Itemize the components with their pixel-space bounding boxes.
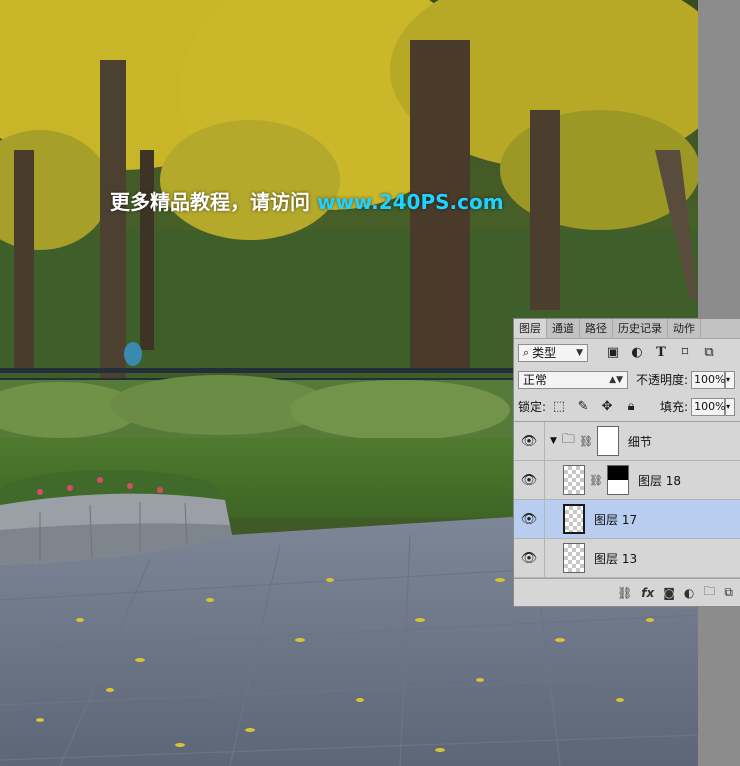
layer-row-18[interactable]: 👁︎ ⛓︎ 图层 18 [514, 461, 740, 500]
layer-name: 细节 [627, 434, 652, 449]
lock-all-icon[interactable]: 🔒︎ [622, 398, 640, 416]
opacity-label: 不透明度: [636, 373, 689, 387]
type-filter-icon[interactable]: T [652, 344, 670, 362]
layers-panel: 图层 通道 路径 历史记录 动作 ⌕ 类型 ▼ ▣ ◐ T ⌑ ⧉ 正常 ▲▼ … [513, 318, 740, 607]
adjustment-layer-icon[interactable]: ◐ [684, 586, 694, 600]
shape-filter-icon[interactable]: ⌑ [676, 344, 694, 362]
panel-footer: ⛓︎ fx ◙ ◐ 🗀︎ ⧉ [514, 578, 740, 606]
eye-icon[interactable]: 👁︎ [514, 551, 544, 566]
layer-name: 图层 17 [594, 512, 638, 527]
tab-history[interactable]: 历史记录 [613, 319, 668, 338]
layer-filter-select[interactable]: ⌕ 类型 ▼ [518, 343, 588, 362]
visibility-divider [544, 500, 545, 538]
disclosure-triangle-icon[interactable]: ▼ [550, 436, 557, 446]
layer-thumbnail[interactable] [563, 465, 585, 495]
layer-row-13[interactable]: 👁︎ 图层 13 [514, 539, 740, 578]
chevron-down-icon: ▼ [576, 347, 583, 358]
eye-icon[interactable]: 👁︎ [514, 512, 544, 527]
lock-transparent-icon[interactable]: ⬚ [550, 398, 568, 416]
eye-icon[interactable]: 👁︎ [514, 473, 544, 488]
layer-name: 图层 18 [637, 473, 682, 488]
layer-mask-thumbnail[interactable] [606, 465, 629, 495]
panel-tabs: 图层 通道 路径 历史记录 动作 [514, 319, 740, 339]
blend-mode-value: 正常 [523, 373, 548, 387]
layer-thumbnail[interactable] [563, 543, 585, 573]
fill-dropdown[interactable]: ▾ [725, 397, 736, 416]
visibility-divider [544, 461, 545, 499]
new-group-folder-icon[interactable]: 🗀︎ [703, 582, 715, 603]
fill-input[interactable]: 100% [691, 397, 726, 416]
link-icon[interactable]: ⛓︎ [589, 474, 603, 487]
tab-paths[interactable]: 路径 [580, 319, 613, 338]
layer-row-17[interactable]: 👁︎ 图层 17 [514, 500, 740, 539]
lock-row: 锁定: ⬚ ✎ ✥ 🔒︎ 填充: 100% ▾ [514, 393, 740, 420]
visibility-divider [544, 539, 545, 577]
search-icon: ⌕ [523, 345, 530, 359]
blend-mode-select[interactable]: 正常 ▲▼ [518, 370, 628, 389]
layer-style-fx-button[interactable]: fx [641, 586, 654, 600]
watermark-url: www.240PS.com [316, 190, 504, 214]
folder-icon: 🗀︎ [561, 432, 575, 447]
link-layers-icon[interactable]: ⛓︎ [617, 586, 632, 600]
link-icon: ⛓︎ [578, 434, 593, 448]
watermark-prefix: 更多精品教程，请访问 [110, 190, 317, 214]
group-mask-thumbnail[interactable] [596, 426, 619, 456]
lock-label: 锁定: [518, 400, 547, 414]
tab-actions[interactable]: 动作 [668, 319, 701, 338]
lock-position-move-icon[interactable]: ✥ [598, 398, 616, 416]
lock-image-brush-icon[interactable]: ✎ [574, 398, 592, 416]
new-layer-icon[interactable]: ⧉ [724, 585, 733, 600]
chevron-down-icon: ▲▼ [609, 374, 623, 385]
layers-list: 👁︎ ▼ 🗀︎ ⛓︎ 细节 👁︎ ⛓︎ 图层 18 👁︎ 图层 17 👁︎ 图层… [514, 421, 740, 578]
fill-label: 填充: [660, 400, 689, 414]
opacity-dropdown[interactable]: ▾ [725, 370, 736, 389]
watermark-text: 更多精品教程，请访问 www.240PS.com [110, 186, 504, 215]
layer-thumbnail[interactable] [563, 504, 585, 534]
tab-channels[interactable]: 通道 [547, 319, 580, 338]
add-mask-icon[interactable]: ◙ [663, 586, 675, 600]
smart-object-filter-icon[interactable]: ⧉ [700, 344, 718, 362]
layer-row-group[interactable]: 👁︎ ▼ 🗀︎ ⛓︎ 细节 [514, 422, 740, 461]
image-filter-icon[interactable]: ▣ [604, 344, 622, 362]
tab-layers[interactable]: 图层 [514, 319, 547, 338]
eye-icon[interactable]: 👁︎ [514, 434, 544, 449]
blend-row: 正常 ▲▼ 不透明度: 100% ▾ [514, 366, 740, 393]
layer-name: 图层 13 [594, 551, 638, 566]
visibility-divider [544, 422, 545, 460]
adjustment-filter-icon[interactable]: ◐ [628, 344, 646, 362]
opacity-input[interactable]: 100% [691, 370, 726, 389]
layer-filter-label: 类型 [532, 346, 557, 360]
filter-row: ⌕ 类型 ▼ ▣ ◐ T ⌑ ⧉ [514, 339, 740, 366]
